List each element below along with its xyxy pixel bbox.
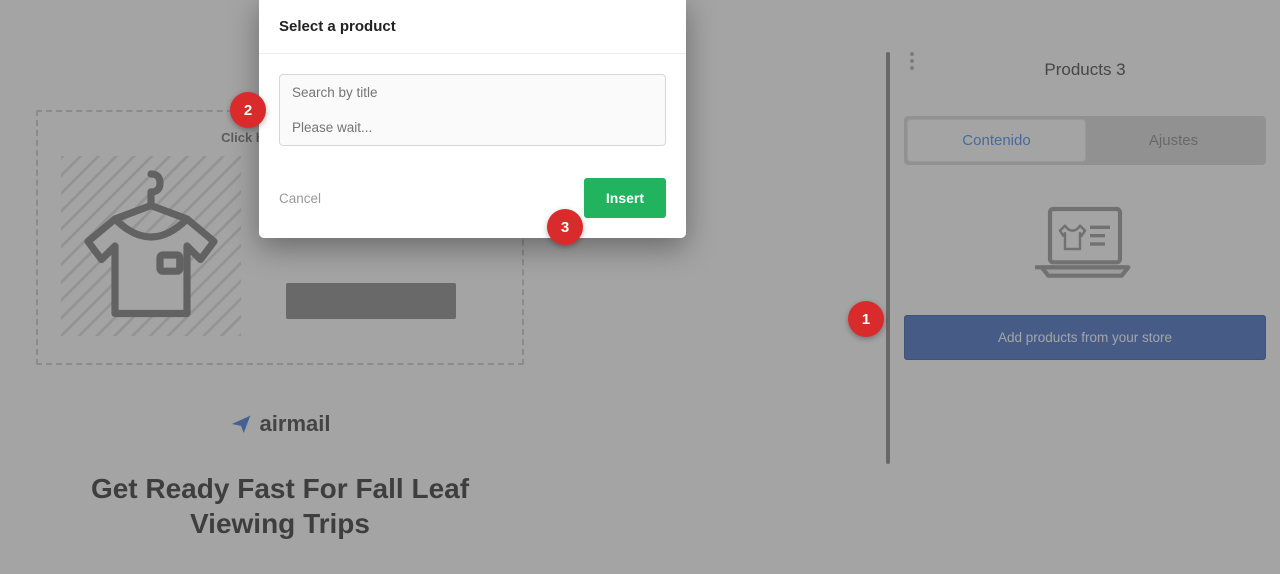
modal-footer: Cancel Insert (259, 174, 686, 238)
cancel-button[interactable]: Cancel (279, 191, 321, 206)
modal-body (259, 54, 686, 174)
annotation-badge-3: 3 (547, 209, 583, 245)
search-input[interactable] (279, 74, 666, 110)
insert-button[interactable]: Insert (584, 178, 666, 218)
product-select-input[interactable] (279, 110, 666, 146)
annotation-badge-2: 2 (230, 92, 266, 128)
select-product-modal: Select a product Cancel Insert (259, 0, 686, 238)
annotation-badge-1: 1 (848, 301, 884, 337)
modal-header: Select a product (259, 0, 686, 54)
modal-title: Select a product (279, 18, 666, 35)
